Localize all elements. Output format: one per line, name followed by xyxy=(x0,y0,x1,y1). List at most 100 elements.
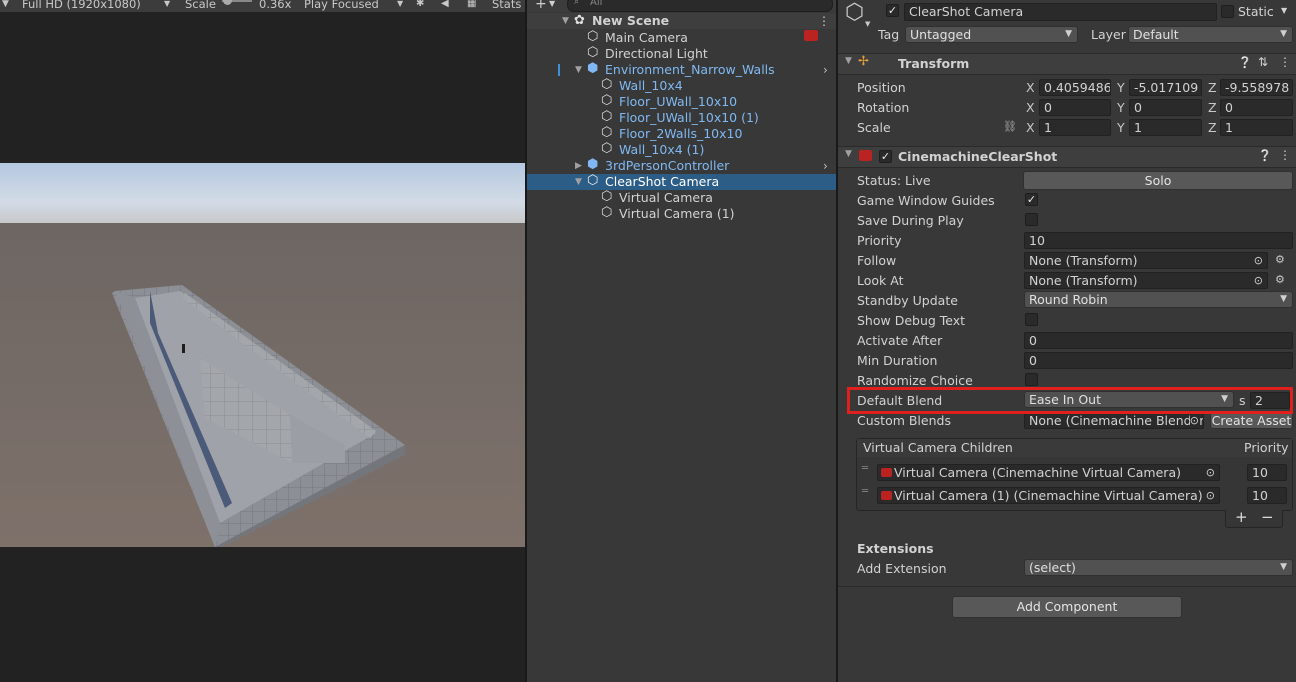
chevron-right-icon[interactable]: › xyxy=(823,158,828,174)
layer-dropdown[interactable]: Default ▼ xyxy=(1128,26,1293,43)
priority-input[interactable]: 10 xyxy=(1024,232,1293,249)
drag-handle-icon[interactable]: ═ xyxy=(862,486,868,497)
chevron-down-icon[interactable]: ▼ xyxy=(549,0,555,8)
children-header: Virtual Camera Children xyxy=(863,440,1013,455)
component-enabled-toggle[interactable]: ✓ xyxy=(879,150,892,163)
position-y-input[interactable]: -5.017109 xyxy=(1129,79,1202,96)
chevron-down-icon[interactable]: ▼ xyxy=(1281,6,1287,15)
help-icon[interactable]: ❔ xyxy=(1258,149,1272,162)
add-extension-label: Add Extension xyxy=(857,561,947,576)
object-picker-icon[interactable]: ⊙ xyxy=(1206,488,1215,503)
bug-icon[interactable]: ✱ xyxy=(416,0,424,9)
hierarchy-item[interactable]: ▶ ⬢ 3rdPersonController › xyxy=(527,157,836,174)
clearshot-header[interactable]: ▼ ✓ CinemachineClearShot ❔ ⋮ xyxy=(838,146,1296,168)
drag-handle-icon[interactable]: ═ xyxy=(862,463,868,474)
hierarchy-item-label: Virtual Camera xyxy=(619,190,713,205)
help-icon[interactable]: ❔ xyxy=(1238,56,1252,69)
hierarchy-item[interactable]: ⬡ Wall_10x4 (1) xyxy=(527,141,836,158)
show-debug-text-checkbox[interactable] xyxy=(1025,313,1038,326)
child-camera-field[interactable]: Virtual Camera (1) (Cinemachine Virtual … xyxy=(877,487,1220,504)
more-menu-icon[interactable]: ⋮ xyxy=(1279,55,1291,69)
save-during-play-checkbox[interactable] xyxy=(1025,213,1038,226)
object-name-input[interactable]: ClearShot Camera xyxy=(904,3,1217,21)
constrain-proportions-icon[interactable]: ⛓ xyxy=(1003,120,1017,133)
scale-z-input[interactable]: 1 xyxy=(1220,119,1293,136)
activate-after-input[interactable]: 0 xyxy=(1024,332,1293,349)
rotation-y-input[interactable]: 0 xyxy=(1129,99,1202,116)
hierarchy-item[interactable]: ⬡ Directional Light xyxy=(527,45,836,62)
hierarchy-item[interactable]: ⬡ Floor_UWall_10x10 (1) xyxy=(527,109,836,126)
object-picker-icon[interactable]: ⊙ xyxy=(1254,253,1263,268)
active-toggle[interactable]: ✓ xyxy=(886,4,899,17)
fold-down-icon[interactable]: ▼ xyxy=(575,174,582,190)
min-duration-input[interactable]: 0 xyxy=(1024,352,1293,369)
hierarchy-item[interactable]: ⬡ Floor_UWall_10x10 xyxy=(527,93,836,110)
gameobject-cube-icon[interactable]: ⬡ xyxy=(845,1,864,25)
stats-button[interactable]: Stats xyxy=(492,0,521,11)
gear-icon[interactable]: ⚙ xyxy=(1275,273,1285,286)
cinemachine-icon xyxy=(859,150,872,161)
standby-update-dropdown[interactable]: Round Robin ▼ xyxy=(1024,291,1293,308)
play-mode-dropdown[interactable]: Play Focused xyxy=(304,0,379,11)
list-footer: + − xyxy=(1225,508,1283,528)
hierarchy-item[interactable]: ⬡ Virtual Camera xyxy=(527,189,836,206)
scale-y-input[interactable]: 1 xyxy=(1129,119,1202,136)
chevron-down-icon[interactable]: ▼ xyxy=(865,20,870,28)
follow-field[interactable]: None (Transform) ⊙ xyxy=(1024,252,1268,269)
hierarchy-item[interactable]: ⬡ Main Camera xyxy=(527,29,836,46)
mute-audio-icon[interactable]: ◀ xyxy=(441,0,449,9)
rotation-x-input[interactable]: 0 xyxy=(1039,99,1111,116)
tag-dropdown[interactable]: Untagged ▼ xyxy=(905,26,1078,43)
remove-element-button[interactable]: − xyxy=(1261,508,1274,526)
position-x-input[interactable]: 0.4059486 xyxy=(1039,79,1111,96)
save-during-play-label: Save During Play xyxy=(857,213,964,228)
game-window-guides-checkbox[interactable]: ✓ xyxy=(1025,193,1038,206)
add-extension-dropdown[interactable]: (select) ▼ xyxy=(1024,559,1293,576)
fold-down-icon[interactable]: ▼ xyxy=(575,62,582,78)
hierarchy-item[interactable]: ⬡ Wall_10x4 xyxy=(527,77,836,94)
fold-down-icon[interactable]: ▼ xyxy=(845,56,852,66)
chevron-down-icon: ▼ xyxy=(1280,29,1287,39)
hierarchy-search-input[interactable]: ⌕ All xyxy=(567,0,833,12)
solo-button[interactable]: Solo xyxy=(1023,171,1293,190)
randomize-choice-checkbox[interactable] xyxy=(1025,373,1038,386)
static-toggle[interactable] xyxy=(1221,5,1234,18)
object-picker-icon[interactable]: ⊙ xyxy=(1206,465,1215,480)
more-menu-icon[interactable]: ⋮ xyxy=(1279,148,1291,162)
resolution-dropdown[interactable]: Full HD (1920x1080) xyxy=(22,0,141,11)
add-icon[interactable]: + xyxy=(535,0,547,12)
gizmos-grid-icon[interactable]: ▦ xyxy=(467,0,476,9)
hierarchy-item-selected[interactable]: ▼ ⬡ ClearShot Camera xyxy=(527,173,836,190)
gameobject-cube-icon: ⬡ xyxy=(601,109,613,124)
list-item[interactable]: ═ Virtual Camera (1) (Cinemachine Virtua… xyxy=(857,486,1292,506)
chevron-right-icon[interactable]: › xyxy=(823,62,828,78)
add-component-button[interactable]: Add Component xyxy=(952,596,1182,618)
fold-down-icon[interactable]: ▼ xyxy=(845,149,852,159)
fold-right-icon[interactable]: ▶ xyxy=(575,158,582,174)
custom-blends-field[interactable]: None (Cinemachine Blender ⊙ xyxy=(1024,412,1204,429)
more-menu-icon[interactable]: ⋮ xyxy=(818,13,830,29)
child-camera-field[interactable]: Virtual Camera (Cinemachine Virtual Came… xyxy=(877,464,1220,481)
hierarchy-item[interactable]: ⬡ Floor_2Walls_10x10 xyxy=(527,125,836,142)
create-asset-button[interactable]: Create Asset xyxy=(1210,412,1293,429)
object-picker-icon[interactable]: ⊙ xyxy=(1189,413,1199,428)
add-element-button[interactable]: + xyxy=(1235,508,1248,526)
child-priority-input[interactable]: 10 xyxy=(1247,487,1287,504)
fold-down-icon[interactable]: ▼ xyxy=(562,13,569,29)
list-item[interactable]: ═ Virtual Camera (Cinemachine Virtual Ca… xyxy=(857,463,1292,483)
cinemachine-brain-icon xyxy=(804,30,818,41)
presets-icon[interactable]: ⇅ xyxy=(1258,55,1268,69)
scale-slider-handle[interactable] xyxy=(223,0,232,5)
cinemachine-icon xyxy=(881,468,892,477)
gear-icon[interactable]: ⚙ xyxy=(1275,253,1285,266)
child-priority-input[interactable]: 10 xyxy=(1247,464,1287,481)
scale-x-input[interactable]: 1 xyxy=(1039,119,1111,136)
hierarchy-item[interactable]: ⬡ Virtual Camera (1) xyxy=(527,205,836,222)
position-z-input[interactable]: -9.558978 xyxy=(1220,79,1293,96)
scene-row[interactable]: ▼ ✿ New Scene ⋮ xyxy=(527,13,836,29)
hierarchy-item[interactable]: ▼ ⬢ Environment_Narrow_Walls › xyxy=(527,61,836,78)
object-picker-icon[interactable]: ⊙ xyxy=(1254,273,1263,288)
look-at-field[interactable]: None (Transform) ⊙ xyxy=(1024,272,1268,289)
rotation-z-input[interactable]: 0 xyxy=(1220,99,1293,116)
transform-header[interactable]: ▼ ✢ Transform ❔ ⇅ ⋮ xyxy=(838,53,1296,75)
